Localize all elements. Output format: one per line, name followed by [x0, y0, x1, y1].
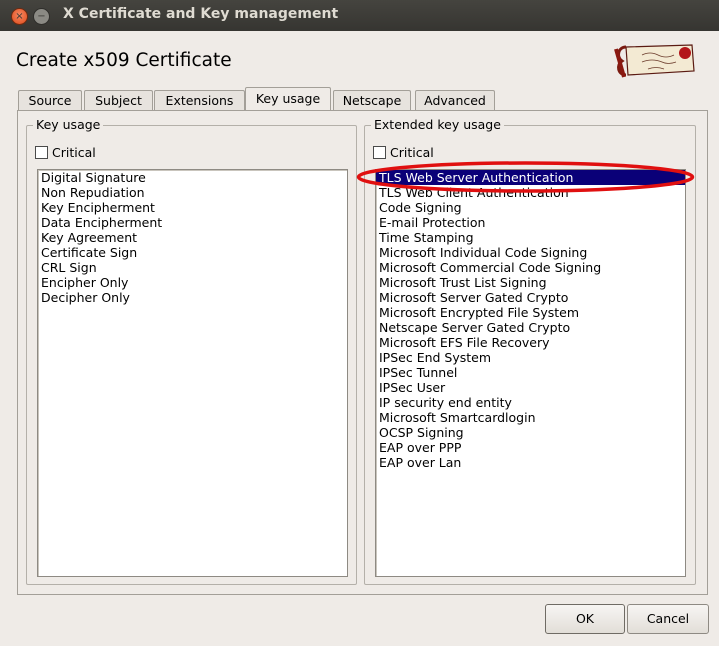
- list-item[interactable]: CRL Sign: [38, 260, 347, 275]
- list-item[interactable]: Netscape Server Gated Crypto: [376, 320, 685, 335]
- close-icon[interactable]: ×: [11, 8, 28, 25]
- list-item[interactable]: Digital Signature: [38, 170, 347, 185]
- list-item[interactable]: Microsoft Server Gated Crypto: [376, 290, 685, 305]
- tab-source[interactable]: Source: [18, 90, 82, 110]
- list-item[interactable]: Encipher Only: [38, 275, 347, 290]
- dialog-title: Create x509 Certificate: [16, 50, 232, 71]
- minimize-icon[interactable]: −: [33, 8, 50, 25]
- tab-key-usage[interactable]: Key usage: [245, 87, 331, 111]
- title-bar: × − X Certificate and Key management: [0, 0, 719, 31]
- key-usage-critical-checkbox[interactable]: Critical: [35, 145, 96, 161]
- list-item[interactable]: EAP over PPP: [376, 440, 685, 455]
- list-item[interactable]: Microsoft Commercial Code Signing: [376, 260, 685, 275]
- critical-label: Critical: [52, 145, 96, 160]
- list-item[interactable]: EAP over Lan: [376, 455, 685, 470]
- cancel-button[interactable]: Cancel: [627, 604, 709, 634]
- window-title: X Certificate and Key management: [63, 6, 339, 22]
- key-usage-group-title: Key usage: [33, 117, 104, 132]
- list-item[interactable]: Time Stamping: [376, 230, 685, 245]
- xca-logo-icon: [614, 44, 695, 78]
- extended-key-usage-list[interactable]: TLS Web Server Authentication TLS Web Cli…: [375, 169, 686, 577]
- extended-key-usage-group: Extended key usage Critical TLS Web Serv…: [364, 117, 696, 585]
- list-item[interactable]: Non Repudiation: [38, 185, 347, 200]
- tab-panel: Key usage Critical Digital Signature Non …: [17, 110, 708, 595]
- checkbox-icon[interactable]: [35, 146, 48, 159]
- key-usage-group: Key usage Critical Digital Signature Non …: [26, 117, 357, 585]
- key-usage-list[interactable]: Digital Signature Non Repudiation Key Enci…: [37, 169, 348, 577]
- tab-subject[interactable]: Subject: [84, 90, 153, 110]
- list-item[interactable]: Certificate Sign: [38, 245, 347, 260]
- list-item[interactable]: Key Encipherment: [38, 200, 347, 215]
- list-item[interactable]: E-mail Protection: [376, 215, 685, 230]
- list-item[interactable]: Microsoft Smartcardlogin: [376, 410, 685, 425]
- list-item[interactable]: Code Signing: [376, 200, 685, 215]
- list-item[interactable]: Microsoft Trust List Signing: [376, 275, 685, 290]
- list-item[interactable]: IP security end entity: [376, 395, 685, 410]
- tab-advanced[interactable]: Advanced: [415, 90, 495, 110]
- list-item[interactable]: Key Agreement: [38, 230, 347, 245]
- list-item[interactable]: OCSP Signing: [376, 425, 685, 440]
- list-item[interactable]: IPSec End System: [376, 350, 685, 365]
- ok-button[interactable]: OK: [545, 604, 625, 634]
- list-item[interactable]: Microsoft EFS File Recovery: [376, 335, 685, 350]
- extended-key-usage-group-title: Extended key usage: [371, 117, 504, 132]
- extended-key-usage-critical-checkbox[interactable]: Critical: [373, 145, 434, 161]
- tab-netscape[interactable]: Netscape: [333, 90, 411, 110]
- list-item[interactable]: Microsoft Individual Code Signing: [376, 245, 685, 260]
- list-item[interactable]: IPSec User: [376, 380, 685, 395]
- list-item[interactable]: Microsoft Encrypted File System: [376, 305, 685, 320]
- list-item[interactable]: TLS Web Client Authentication: [376, 185, 685, 200]
- list-item[interactable]: IPSec Tunnel: [376, 365, 685, 380]
- checkbox-icon[interactable]: [373, 146, 386, 159]
- tab-extensions[interactable]: Extensions: [154, 90, 245, 110]
- list-item[interactable]: TLS Web Server Authentication: [376, 170, 685, 185]
- critical-label: Critical: [390, 145, 434, 160]
- list-item[interactable]: Decipher Only: [38, 290, 347, 305]
- list-item[interactable]: Data Encipherment: [38, 215, 347, 230]
